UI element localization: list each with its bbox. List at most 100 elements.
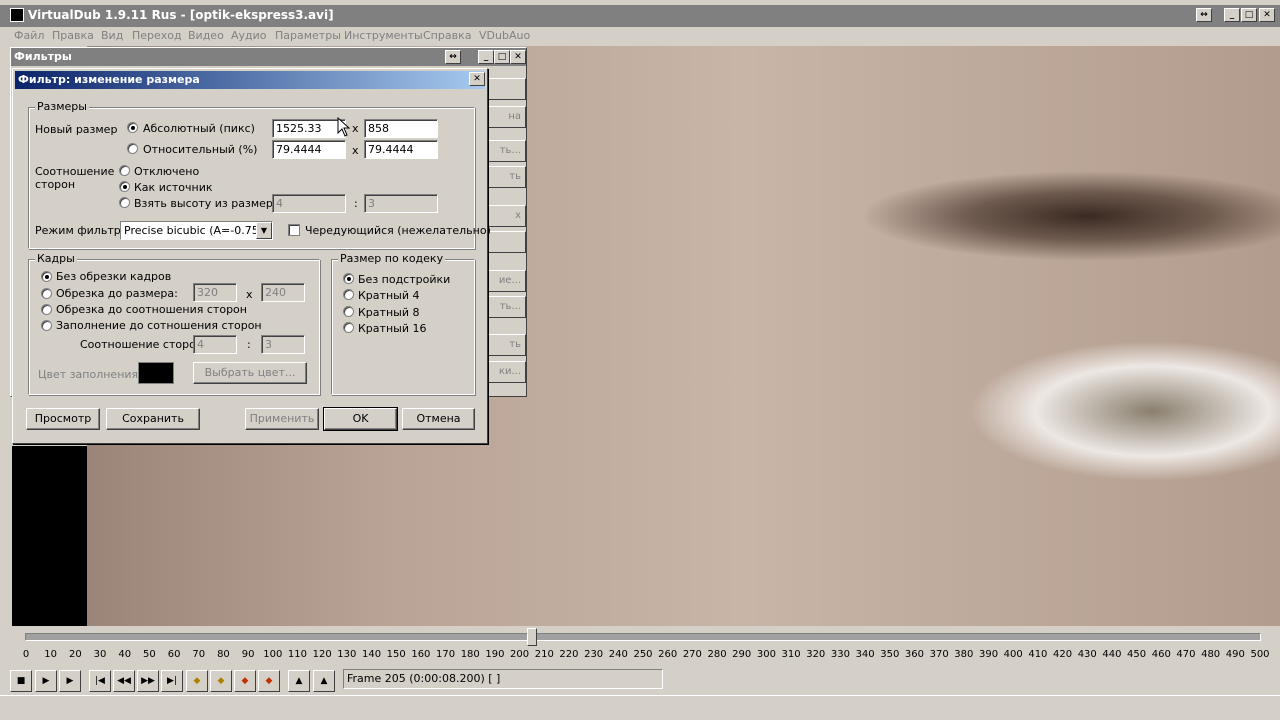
timeline-tick-label: 260 bbox=[658, 649, 678, 660]
filters-button[interactable]: на bbox=[486, 106, 526, 128]
mark-out-icon[interactable]: ▲ bbox=[313, 670, 335, 692]
timeline-tick-label: 310 bbox=[781, 649, 801, 660]
timeline-tick-label: 460 bbox=[1151, 649, 1171, 660]
close-button[interactable]: ✕ bbox=[1259, 8, 1275, 22]
timeline-thumb[interactable] bbox=[526, 628, 537, 646]
aspect-height-from-label: Взять высоту из размера: bbox=[134, 197, 284, 210]
timeline-tick-label: 0 bbox=[22, 649, 30, 660]
crop-to-size-label: Обрезка до размера: bbox=[56, 287, 178, 300]
abs-height-field[interactable]: 858 bbox=[364, 119, 438, 138]
crop-aspect-label: Обрезка до соотношения сторон bbox=[56, 303, 247, 316]
menu-tools[interactable]: Инструменты bbox=[344, 29, 423, 42]
relative-label: Относительный (%) bbox=[143, 143, 258, 156]
fill-aspect-radio[interactable] bbox=[41, 320, 52, 331]
filters-button[interactable]: ть bbox=[486, 166, 526, 188]
timeline-tick-label: 380 bbox=[954, 649, 974, 660]
codec-8-radio[interactable] bbox=[343, 306, 354, 317]
timeline-track[interactable] bbox=[25, 633, 1261, 641]
filters-maximize-button[interactable]: □ bbox=[494, 50, 510, 64]
colon-separator: : bbox=[247, 338, 251, 351]
apply-button[interactable]: Применить bbox=[245, 408, 319, 430]
crop-w-field[interactable]: 320 bbox=[193, 283, 237, 302]
menu-video[interactable]: Видео bbox=[188, 29, 224, 42]
absolute-radio[interactable] bbox=[127, 122, 138, 133]
menu-go[interactable]: Переход bbox=[132, 29, 182, 42]
filters-button[interactable]: ие... bbox=[486, 270, 526, 292]
frames-aspect-label: Соотношение сторон bbox=[80, 338, 203, 351]
timeline-tick-label: 20 bbox=[68, 649, 82, 660]
timeline-tick-label: 80 bbox=[217, 649, 230, 660]
save-button[interactable]: Сохранить bbox=[106, 408, 200, 430]
relative-radio[interactable] bbox=[127, 143, 138, 154]
preview-button[interactable]: Просмотр bbox=[26, 408, 100, 430]
filters-minimize-button[interactable]: _ bbox=[478, 50, 494, 64]
chevron-down-icon[interactable]: ▼ bbox=[256, 222, 272, 239]
timeline-tick-label: 40 bbox=[118, 649, 132, 660]
step-forward-icon[interactable]: ▶▶ bbox=[137, 670, 159, 692]
next-keyframe-icon[interactable]: ◆ bbox=[210, 670, 232, 692]
filters-resize-icon[interactable]: ↔ bbox=[445, 50, 461, 64]
prev-keyframe-icon[interactable]: ◆ bbox=[186, 670, 208, 692]
menu-audio[interactable]: Аудио bbox=[231, 29, 267, 42]
aspect-height-from-radio[interactable] bbox=[119, 197, 130, 208]
window-title: VirtualDub 1.9.11 Rus - [optik-ekspress3… bbox=[28, 8, 334, 22]
no-crop-radio[interactable] bbox=[41, 271, 52, 282]
scene-back-icon[interactable]: ◆ bbox=[234, 670, 256, 692]
choose-color-button[interactable]: Выбрать цвет... bbox=[193, 362, 307, 384]
crop-h-field[interactable]: 240 bbox=[261, 283, 305, 302]
go-end-icon[interactable]: ▶| bbox=[161, 670, 183, 692]
maximize-button[interactable]: □ bbox=[1241, 8, 1257, 22]
filters-button[interactable]: ть... bbox=[486, 296, 526, 318]
filters-button[interactable] bbox=[486, 78, 526, 100]
ok-button[interactable]: OK bbox=[323, 407, 398, 431]
timeline-tick-label: 200 bbox=[510, 649, 530, 660]
menu-view[interactable]: Вид bbox=[101, 29, 123, 42]
timeline-tick-label: 340 bbox=[855, 649, 875, 660]
frames-aspect-h-field[interactable]: 3 bbox=[261, 335, 305, 354]
aspect-w-field[interactable]: 4 bbox=[272, 194, 346, 213]
timeline-tick-label: 130 bbox=[337, 649, 357, 660]
frames-aspect-w-field[interactable]: 4 bbox=[193, 335, 237, 354]
crop-aspect-radio[interactable] bbox=[41, 304, 52, 315]
dialog-close-button[interactable]: ✕ bbox=[469, 72, 485, 86]
mouse-cursor-icon bbox=[337, 117, 351, 137]
filters-button[interactable]: ть... bbox=[486, 140, 526, 162]
aspect-off-radio[interactable] bbox=[119, 165, 130, 176]
stop-icon[interactable]: ■ bbox=[10, 670, 32, 692]
filters-button[interactable]: ть bbox=[486, 334, 526, 356]
filters-close-button[interactable]: ✕ bbox=[510, 50, 526, 64]
timeline-tick-label: 490 bbox=[1225, 649, 1245, 660]
menu-options[interactable]: Параметры bbox=[275, 29, 341, 42]
step-back-icon[interactable]: ◀◀ bbox=[113, 670, 135, 692]
rel-width-field[interactable]: 79.4444 bbox=[272, 140, 346, 159]
resize-dialog: Фильтр: изменение размера ✕ Размеры Новы… bbox=[12, 68, 491, 444]
filters-button[interactable]: ки... bbox=[486, 361, 526, 383]
timeline-tick-label: 220 bbox=[559, 649, 579, 660]
mark-in-icon[interactable]: ▲ bbox=[288, 670, 310, 692]
menu-help[interactable]: Справка bbox=[423, 29, 471, 42]
scene-forward-icon[interactable]: ◆ bbox=[258, 670, 280, 692]
aspect-source-radio[interactable] bbox=[119, 181, 130, 192]
filters-button[interactable] bbox=[486, 231, 526, 253]
rel-height-field[interactable]: 79.4444 bbox=[364, 140, 438, 159]
menu-vdubauo[interactable]: VDubAuo bbox=[479, 29, 530, 42]
minimize-button[interactable]: _ bbox=[1224, 8, 1240, 22]
go-start-icon[interactable]: |◀ bbox=[89, 670, 111, 692]
menu-edit[interactable]: Правка bbox=[52, 29, 94, 42]
cancel-button[interactable]: Отмена bbox=[402, 408, 475, 430]
crop-to-size-radio[interactable] bbox=[41, 288, 52, 299]
filter-mode-select[interactable]: Precise bicubic (A=-0.75) ▼ bbox=[120, 221, 273, 240]
menu-file[interactable]: Файл bbox=[14, 29, 44, 42]
codec-16-radio[interactable] bbox=[343, 322, 354, 333]
timeline-tick-label: 90 bbox=[241, 649, 255, 660]
restore-size-icon[interactable]: ↔ bbox=[1196, 8, 1212, 22]
title-bar: VirtualDub 1.9.11 Rus - [optik-ekspress3… bbox=[0, 5, 1280, 27]
abs-width-field[interactable]: 1525.33 bbox=[272, 119, 346, 138]
codec-none-radio[interactable] bbox=[343, 273, 354, 284]
aspect-h-field[interactable]: 3 bbox=[364, 194, 438, 213]
play-input-icon[interactable]: ▶ bbox=[35, 670, 57, 692]
play-output-icon[interactable]: ▶ bbox=[59, 670, 81, 692]
filters-button[interactable]: х bbox=[486, 205, 526, 227]
codec-4-radio[interactable] bbox=[343, 289, 354, 300]
interlaced-checkbox[interactable] bbox=[288, 224, 300, 236]
